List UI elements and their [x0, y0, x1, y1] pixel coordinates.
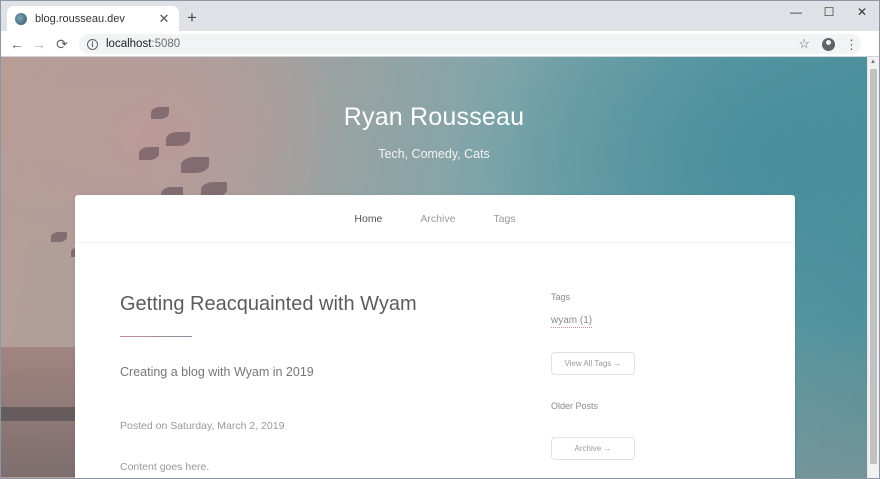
- profile-icon[interactable]: [822, 37, 835, 51]
- url-port: :5080: [151, 38, 181, 50]
- bookmark-star-icon[interactable]: ☆: [798, 36, 810, 52]
- content-card: Home Archive Tags Getting Reacquainted w…: [75, 195, 795, 478]
- view-all-tags-button[interactable]: View All Tags →: [551, 352, 635, 375]
- nav-home[interactable]: Home: [354, 213, 382, 225]
- title-divider: [120, 336, 192, 337]
- tab-close-icon[interactable]: ✕: [157, 11, 171, 26]
- forward-button[interactable]: →: [29, 34, 49, 54]
- reload-button[interactable]: ⟳: [52, 34, 72, 54]
- browser-window: blog.rousseau.dev ✕ + — ☐ ✕ ← → ⟳ i loca…: [0, 0, 880, 479]
- post-lead: Creating a blog with Wyam in 2019: [120, 365, 314, 379]
- address-bar[interactable]: i localhost:5080 ☆ ⋮: [79, 34, 861, 54]
- vertical-scrollbar[interactable]: ▲: [867, 57, 879, 478]
- browser-tab[interactable]: blog.rousseau.dev ✕: [7, 6, 179, 31]
- url-text[interactable]: localhost:5080: [106, 38, 798, 50]
- close-window-button[interactable]: ✕: [845, 1, 879, 23]
- back-button[interactable]: ←: [7, 34, 27, 54]
- site-title[interactable]: Ryan Rousseau: [1, 103, 867, 132]
- maximize-button[interactable]: ☐: [812, 1, 846, 23]
- browser-toolbar: ← → ⟳ i localhost:5080 ☆ ⋮: [1, 31, 879, 57]
- tag-link-wyam[interactable]: wyam (1): [551, 315, 593, 328]
- tab-strip: blog.rousseau.dev ✕ + — ☐ ✕: [1, 1, 879, 31]
- post-content: Content goes here.: [120, 461, 210, 473]
- scroll-thumb[interactable]: [870, 69, 877, 464]
- post-date: Posted on Saturday, March 2, 2019: [120, 420, 285, 432]
- page-viewport: Ryan Rousseau Tech, Comedy, Cats Home Ar…: [1, 57, 867, 478]
- site-info-icon[interactable]: i: [87, 38, 98, 50]
- background-shade: [796, 317, 867, 478]
- site-favicon-icon: [15, 12, 27, 25]
- tags-heading: Tags: [551, 292, 571, 302]
- nav-tags[interactable]: Tags: [493, 213, 515, 225]
- nav-archive[interactable]: Archive: [420, 213, 455, 225]
- archive-button[interactable]: Archive →: [551, 437, 635, 460]
- ground-shadow: [1, 407, 81, 421]
- main-nav: Home Archive Tags: [75, 195, 795, 243]
- url-host: localhost: [106, 38, 152, 50]
- browser-menu-icon[interactable]: ⋮: [845, 38, 858, 51]
- site-subtitle: Tech, Comedy, Cats: [378, 147, 490, 161]
- older-posts-heading: Older Posts: [551, 401, 599, 411]
- post-title[interactable]: Getting Reacquainted with Wyam: [120, 293, 417, 316]
- minimize-button[interactable]: —: [779, 1, 813, 23]
- tab-title: blog.rousseau.dev: [35, 12, 125, 25]
- new-tab-button[interactable]: +: [183, 9, 201, 27]
- scroll-up-icon[interactable]: ▲: [870, 59, 876, 65]
